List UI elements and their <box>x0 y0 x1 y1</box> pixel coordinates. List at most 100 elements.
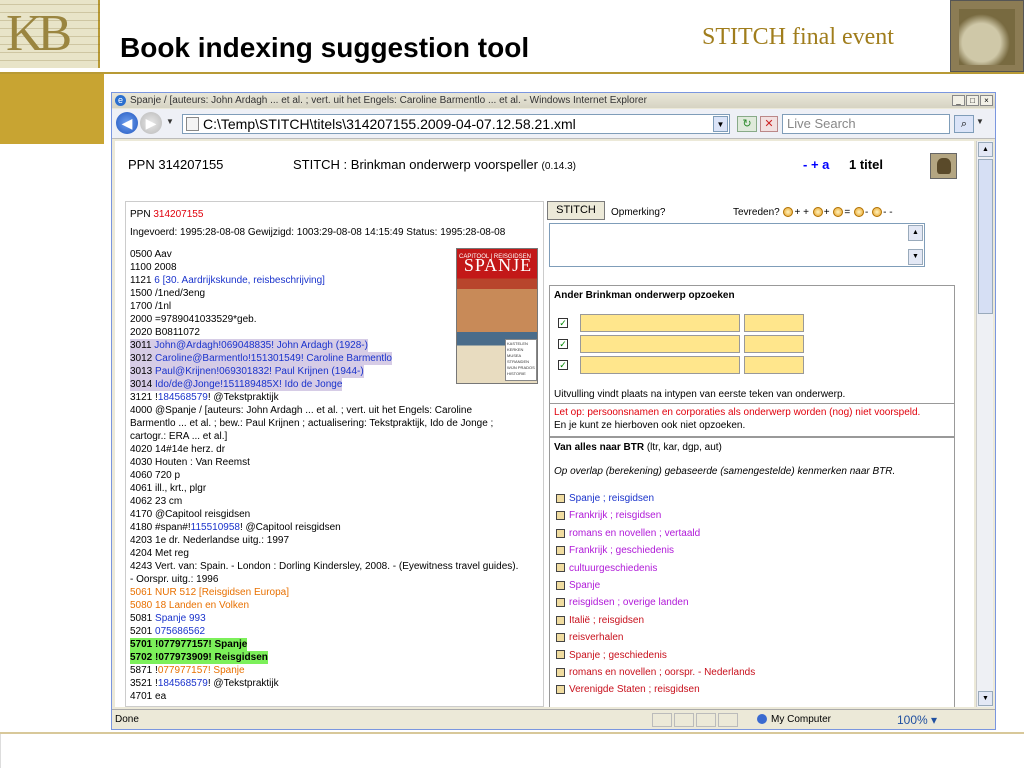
btr-suggestion-item[interactable]: reisverhalen <box>556 631 623 645</box>
status-bar: Done My Computer 100% ▾ <box>112 709 995 729</box>
btr-suggestion-item[interactable]: cultuurgeschiedenis <box>556 562 657 576</box>
refresh-button[interactable]: ↻ <box>737 116 757 132</box>
suggestion-panel: STITCH Opmerking? Tevreden? + + + = - - … <box>547 201 967 707</box>
lookup-subject-input[interactable] <box>580 335 740 353</box>
btr-label: Spanje ; geschiedenis <box>569 649 667 661</box>
record-line: 5080 18 Landen en Volken <box>130 600 249 611</box>
scroll-up-icon[interactable]: ▲ <box>978 142 993 157</box>
btr-checkbox[interactable] <box>556 580 565 590</box>
gold-accent-bar <box>0 74 104 144</box>
record-line: 5702 !077973909! Reisgidsen <box>130 651 268 664</box>
lookup-code-input[interactable] <box>744 314 804 332</box>
record-line: 3121 !184568579! @Tekstpraktijk <box>130 392 279 403</box>
slide-footer <box>0 734 1024 768</box>
btr-label: Spanje <box>569 580 601 591</box>
lookup-subject-input[interactable] <box>580 356 740 374</box>
record-line: 1500 /1ned/3eng <box>130 288 206 299</box>
btr-checkbox[interactable] <box>556 511 565 521</box>
search-button[interactable]: ⌕ <box>954 115 974 133</box>
btr-suggestion-item[interactable]: Frankrijk ; geschiedenis <box>556 544 674 558</box>
record-line: 5061 NUR 512 [Reisgidsen Europa] <box>130 587 289 598</box>
rating-radio-5[interactable] <box>872 207 883 218</box>
rating-radio-3[interactable] <box>833 207 844 218</box>
computer-icon <box>757 714 767 725</box>
minimize-button[interactable]: _ <box>952 95 965 106</box>
btr-checkbox[interactable] <box>556 546 565 556</box>
record-line: Barmentlo ... et al. ; bew.: Paul Krijne… <box>130 418 494 429</box>
browser-window: e Spanje / [auteurs: John Ardagh ... et … <box>111 92 996 730</box>
rating-radio-2[interactable] <box>812 207 823 218</box>
forward-button[interactable]: ▶ <box>140 112 162 134</box>
btr-checkbox[interactable] <box>556 528 565 538</box>
btr-checkbox[interactable] <box>556 685 565 695</box>
record-line: 3014 Ido/de@Jonge!151189485X! Ido de Jon… <box>130 378 343 391</box>
btr-checkbox[interactable] <box>556 615 565 625</box>
search-input[interactable]: Live Search <box>782 114 950 134</box>
lookup-subject-input[interactable] <box>580 314 740 332</box>
page-scrollbar[interactable]: ▲ ▼ <box>976 141 993 707</box>
btr-suggestion-item[interactable]: Spanje ; geschiedenis <box>556 649 667 663</box>
btr-label: reisverhalen <box>569 632 624 644</box>
titel-count: 1 titel <box>849 157 883 172</box>
lookup-row: ✓ <box>558 335 818 353</box>
btr-suggestion-item[interactable]: Italië ; reisgidsen <box>556 614 644 628</box>
record-line: cartogr.: ERA ... et al.] <box>130 431 228 442</box>
btr-suggestion-item[interactable]: Spanje ; reisgidsen <box>556 492 654 506</box>
btr-suggestion-item[interactable]: romans en novellen ; vertaald <box>556 527 700 541</box>
record-line: 3013 Paul@Krijnen!069301832! Paul Krijne… <box>130 365 364 378</box>
btr-label: romans en novellen ; vertaald <box>569 527 701 539</box>
lookup-checkbox[interactable]: ✓ <box>558 339 568 349</box>
btr-checkbox[interactable] <box>556 650 565 660</box>
scroll-thumb[interactable] <box>978 159 993 314</box>
history-dropdown-icon[interactable]: ▼ <box>166 117 174 126</box>
lookup-code-input[interactable] <box>744 356 804 374</box>
back-button[interactable]: ◀ <box>116 112 138 134</box>
warning-note: Let op: persoonsnamen en corporaties als… <box>554 407 921 418</box>
btr-label: cultuurgeschiedenis <box>569 562 658 574</box>
event-title: STITCH final event <box>702 24 894 50</box>
zoom-control[interactable]: 100% ▾ <box>897 710 937 730</box>
comment-textarea[interactable]: ▲ ▼ <box>549 223 925 267</box>
close-button[interactable]: × <box>980 95 993 106</box>
scroll-up-icon[interactable]: ▲ <box>908 225 923 241</box>
slide-header: KB Book indexing suggestion tool STITCH … <box>0 0 1024 72</box>
lookup-checkbox[interactable]: ✓ <box>558 318 568 328</box>
btr-suggestion-item[interactable]: Frankrijk ; reisgidsen <box>556 509 661 523</box>
lookup-title: Ander Brinkman onderwerp opzoeken <box>554 290 735 301</box>
btr-checkbox[interactable] <box>556 633 565 643</box>
search-options-icon[interactable]: ▼ <box>976 117 984 126</box>
btr-checkbox[interactable] <box>556 667 565 677</box>
book-cover-image: CAPITOOL | REISGIDSEN SPANJE KASTELEN KE… <box>456 248 538 384</box>
btr-label: Italië ; reisgidsen <box>569 614 645 626</box>
btr-suggestion-item[interactable]: romans en novellen ; oorspr. - Nederland… <box>556 666 755 680</box>
scroll-down-icon[interactable]: ▼ <box>908 249 923 265</box>
rating-radio-4[interactable] <box>853 207 864 218</box>
stitch-button[interactable]: STITCH <box>547 201 605 220</box>
stitch-bird-icon <box>930 153 957 179</box>
lookup-code-input[interactable] <box>744 335 804 353</box>
status-cell <box>674 713 694 727</box>
record-ingevoerd: Ingevoerd: 1995:28-08-08 Gewijzigd: 1003… <box>130 227 506 238</box>
address-input[interactable]: C:\Temp\STITCH\titels\314207155.2009-04-… <box>182 114 730 134</box>
record-line: - Oorspr. uitg.: 1996 <box>130 574 219 585</box>
record-line: 4180 #span#!115510958! @Capitool reisgid… <box>130 522 341 533</box>
rating-radio-1[interactable] <box>783 207 794 218</box>
btr-checkbox[interactable] <box>556 563 565 573</box>
maximize-button[interactable]: □ <box>966 95 979 106</box>
lookup-checkbox[interactable]: ✓ <box>558 360 568 370</box>
record-line: 4170 @Capitool reisgidsen <box>130 509 251 520</box>
lookup-section: Ander Brinkman onderwerp opzoeken ✓ ✓ ✓ … <box>549 285 955 437</box>
btr-suggestion-item[interactable]: reisgidsen ; overige landen <box>556 596 689 610</box>
opmerking-label: Opmerking? <box>611 207 666 218</box>
btr-checkbox[interactable] <box>556 493 565 503</box>
font-size-links[interactable]: - + a <box>803 157 829 172</box>
scroll-down-icon[interactable]: ▼ <box>978 691 993 706</box>
record-line: 5701 !077977157! Spanje <box>130 638 248 651</box>
btr-checkbox[interactable] <box>556 598 565 608</box>
record-line: 4060 720 p <box>130 470 181 481</box>
btr-suggestion-item[interactable]: Spanje <box>556 579 600 593</box>
btr-suggestion-item[interactable]: Verenigde Staten ; reisgidsen <box>556 683 700 697</box>
stop-button[interactable]: ✕ <box>760 116 778 132</box>
record-line: 5871 !077977157! Spanje <box>130 665 245 676</box>
address-dropdown-button[interactable]: ▼ <box>713 116 728 132</box>
